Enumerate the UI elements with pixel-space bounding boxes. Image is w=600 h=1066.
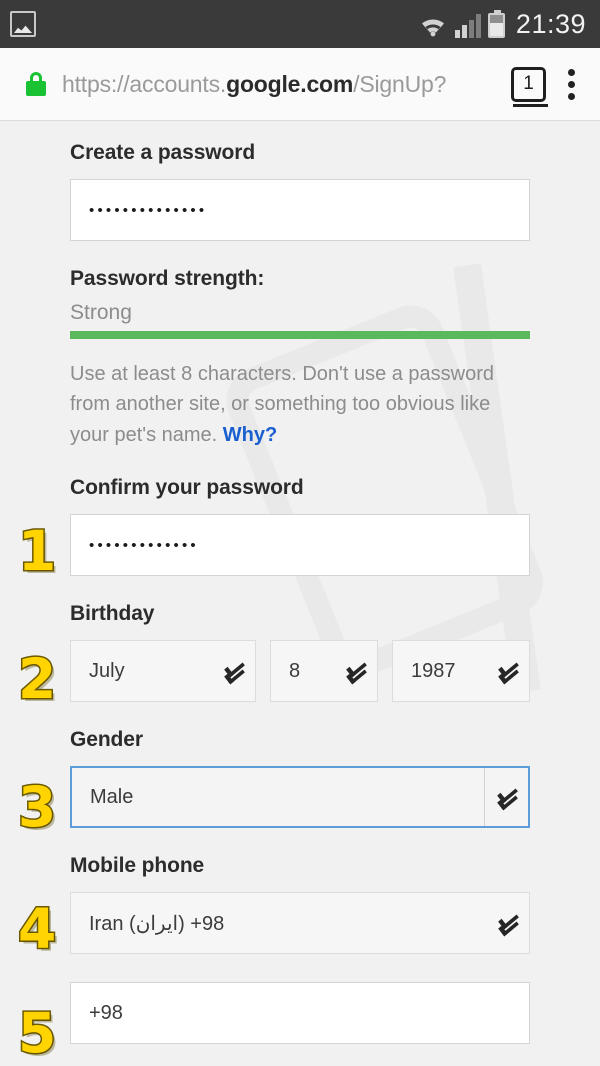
mobile-phone-number-value: +98	[89, 1001, 123, 1024]
mobile-phone-country-value: Iran (ایران) +98	[89, 912, 225, 935]
step-badge-3: 3	[16, 775, 57, 840]
birthday-day-value: 8	[289, 659, 301, 682]
chevron-double-down-icon	[211, 662, 255, 681]
gallery-icon	[10, 11, 36, 37]
signup-form: Create a password •••••••••••••• Passwor…	[0, 141, 600, 1066]
status-bar-notifications	[10, 11, 36, 37]
mobile-phone-number-input[interactable]: +98	[70, 982, 530, 1045]
signup-page: Create a password •••••••••••••• Passwor…	[0, 121, 600, 1066]
birthday-label: Birthday	[70, 602, 155, 626]
url-text[interactable]: https://accounts.google.com/SignUp?	[62, 71, 499, 98]
battery-icon	[487, 9, 505, 38]
menu-dots-icon[interactable]	[568, 68, 576, 100]
status-bar-indicators: 21:39	[418, 8, 586, 39]
birthday-row: July 8 1987	[70, 640, 530, 703]
create-password-value: ••••••••••••••	[89, 201, 208, 219]
step-badge-4: 4	[16, 897, 57, 962]
birthday-year-value: 1987	[411, 659, 456, 682]
chevron-double-down-icon	[333, 662, 377, 681]
gender-label: Gender	[70, 728, 143, 752]
password-helper-body: Use at least 8 characters. Don't use a p…	[70, 363, 495, 446]
birthday-year-select[interactable]: 1987	[392, 640, 530, 703]
step-badge-2: 2	[16, 647, 57, 712]
password-strength-bar	[70, 331, 530, 339]
browser-url-bar[interactable]: https://accounts.google.com/SignUp? 1	[0, 48, 600, 121]
password-strength-value: Strong	[70, 301, 132, 324]
chevron-double-down-icon	[485, 662, 529, 681]
status-bar-clock: 21:39	[515, 8, 586, 39]
confirm-password-input[interactable]: •••••••••••••	[70, 514, 530, 577]
step-badge-5: 5	[16, 1001, 57, 1066]
gender-select[interactable]: Male	[70, 766, 530, 829]
birthday-month-select[interactable]: July	[70, 640, 256, 703]
tab-counter-button[interactable]: 1	[511, 66, 548, 107]
signal-icon	[454, 13, 481, 38]
confirm-password-label: Confirm your password	[70, 476, 304, 500]
mobile-phone-label: Mobile phone	[70, 854, 205, 878]
chevron-double-down-icon	[484, 768, 528, 827]
birthday-day-select[interactable]: 8	[270, 640, 378, 703]
lock-icon	[26, 72, 46, 96]
birthday-month-value: July	[89, 659, 125, 682]
confirm-password-value: •••••••••••••	[89, 536, 199, 554]
gender-value: Male	[90, 785, 134, 808]
create-password-input[interactable]: ••••••••••••••	[70, 179, 530, 241]
android-status-bar: 21:39	[0, 0, 600, 48]
url-prefix: https://accounts.	[62, 70, 227, 97]
password-helper-text: Use at least 8 characters. Don't use a p…	[70, 359, 530, 450]
password-strength-label: Password strength:	[70, 267, 265, 290]
create-password-label: Create a password	[70, 141, 256, 164]
wifi-icon	[418, 14, 448, 38]
step-badge-1: 1	[16, 519, 57, 584]
chevron-double-down-icon	[485, 914, 529, 933]
url-suffix: /SignUp?	[353, 70, 447, 97]
password-why-link[interactable]: Why?	[223, 424, 277, 446]
tab-counter-label: 1	[523, 73, 534, 94]
mobile-phone-country-select[interactable]: Iran (ایران) +98	[70, 892, 530, 955]
url-host: google.com	[226, 70, 354, 97]
